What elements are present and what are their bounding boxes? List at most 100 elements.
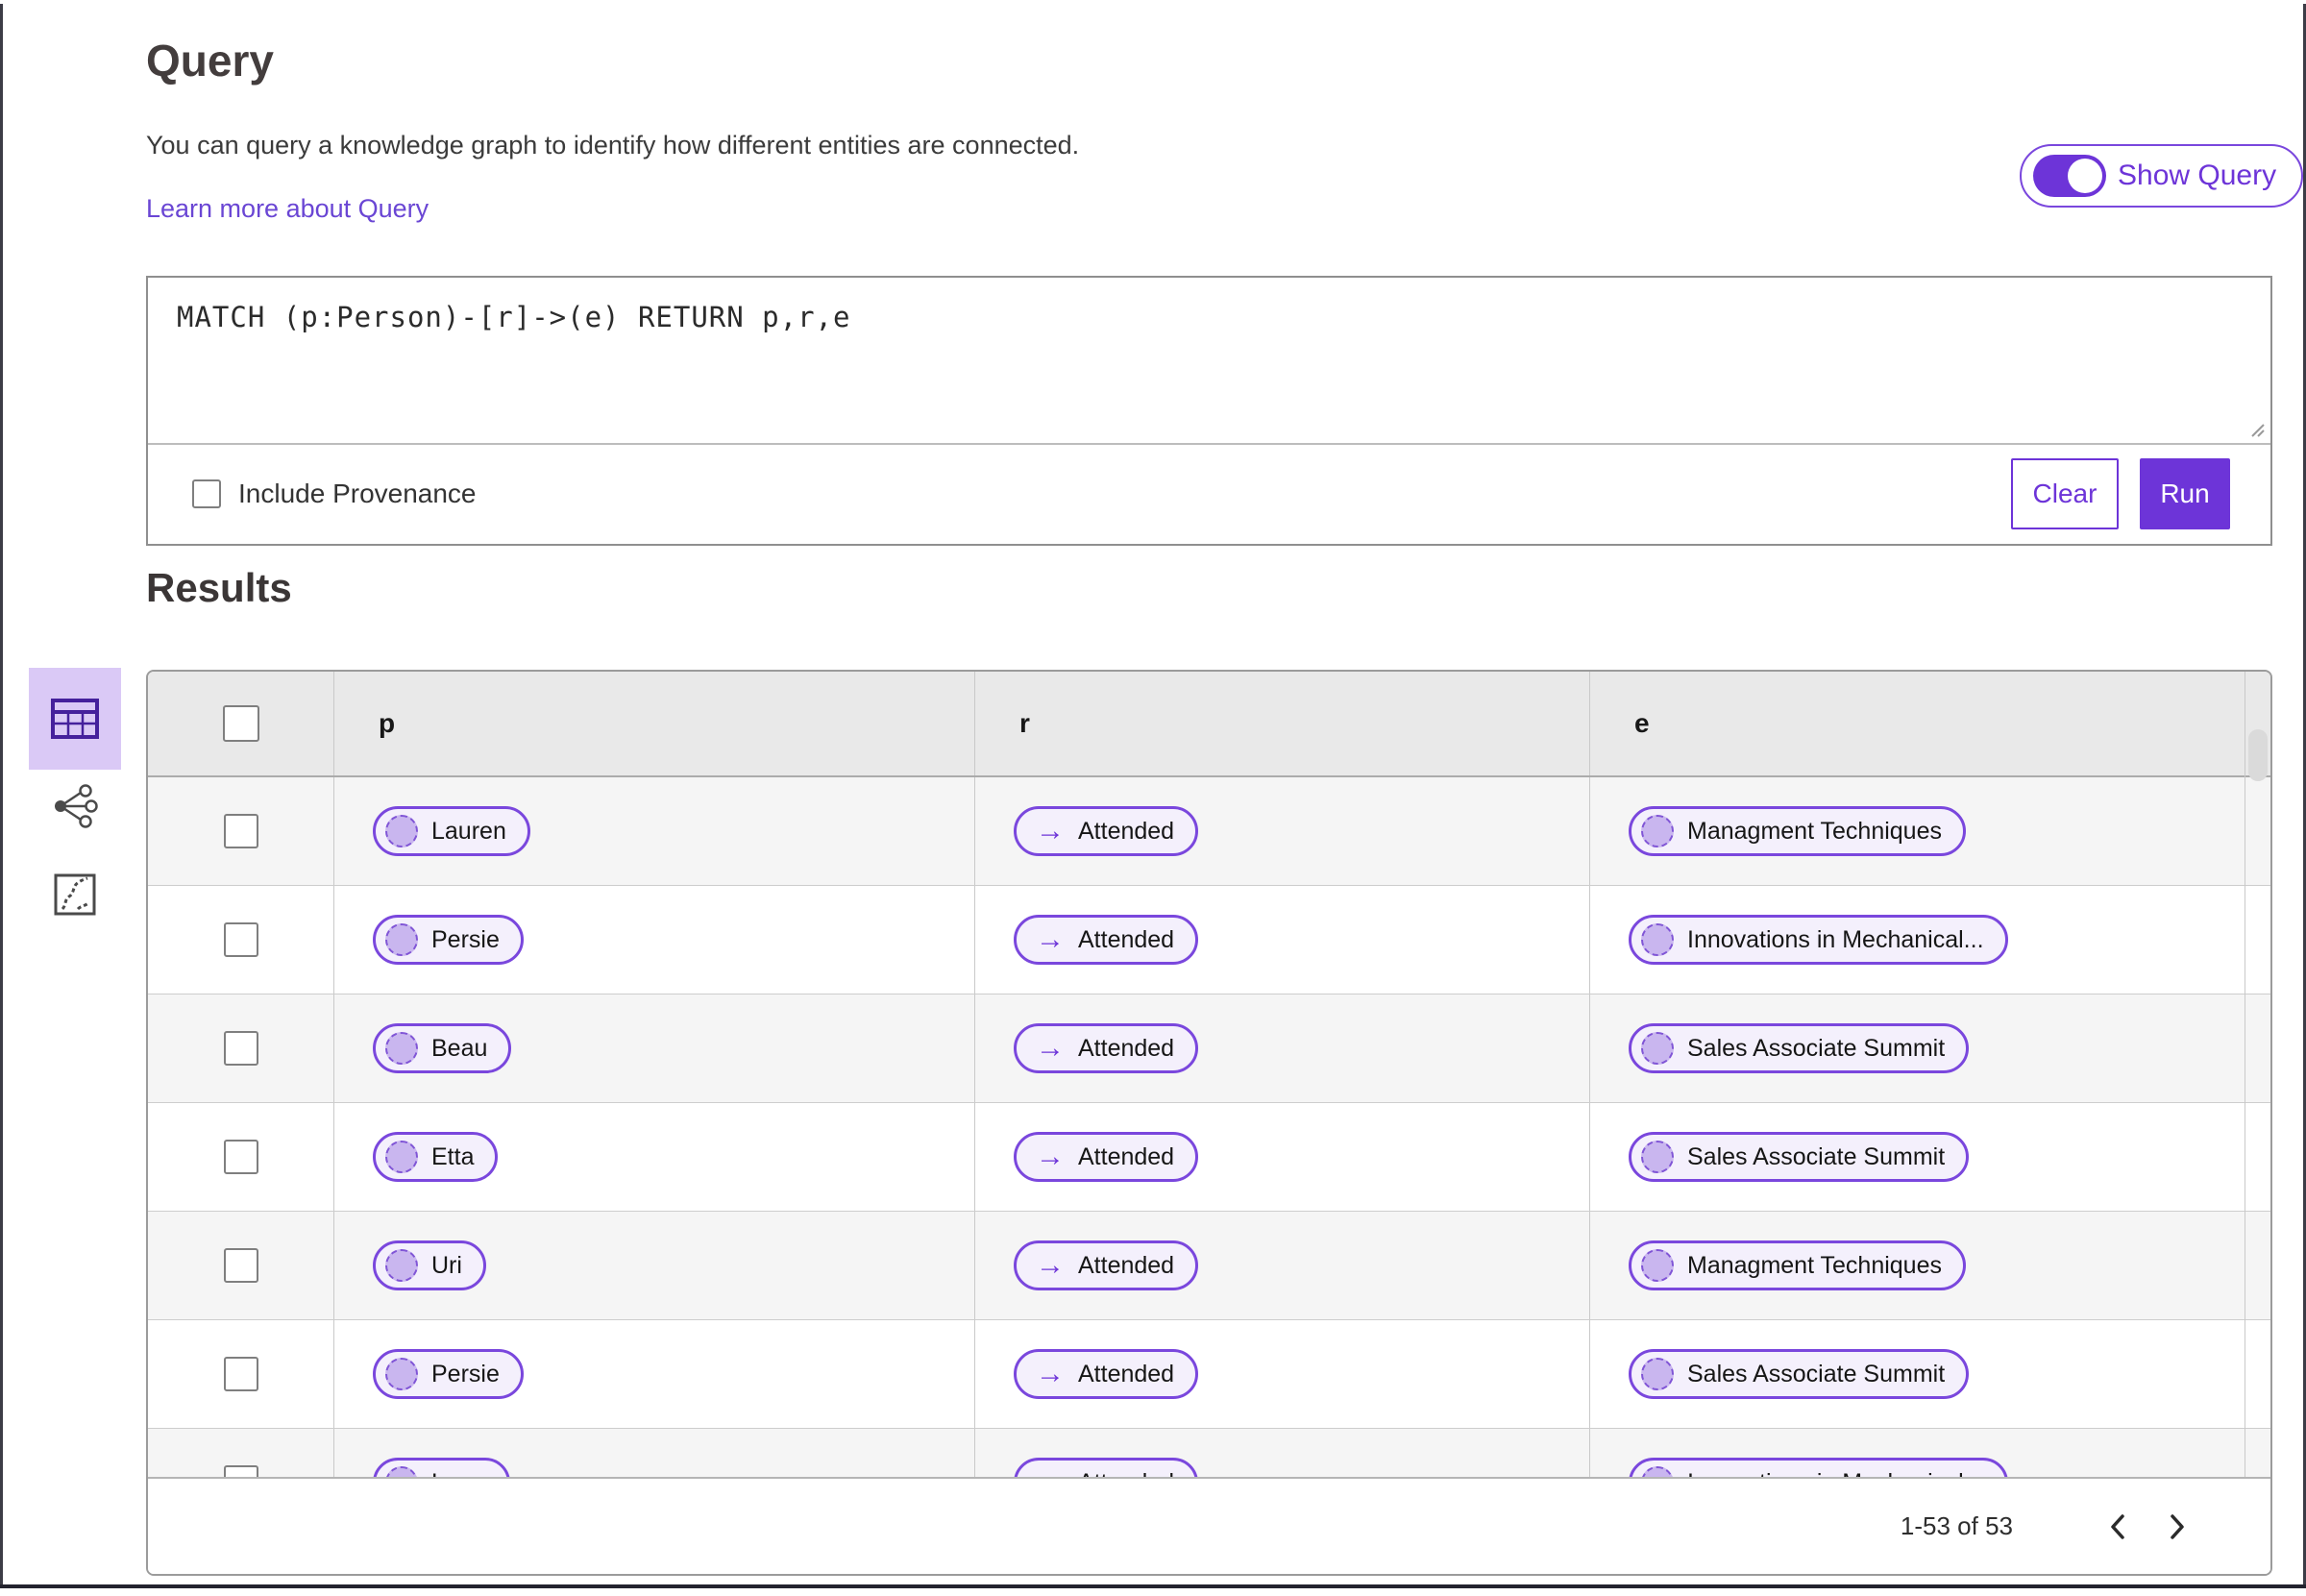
entity-node-icon (385, 1358, 418, 1390)
include-provenance-option[interactable]: Include Provenance (192, 479, 477, 509)
row-checkbox-cell (148, 886, 333, 994)
run-button[interactable]: Run (2140, 457, 2230, 529)
entity-node-icon (1641, 1032, 1674, 1065)
show-query-label: Show Query (2118, 160, 2277, 191)
toggle-on-icon[interactable] (2033, 155, 2106, 197)
learn-more-link[interactable]: Learn more about Query (146, 194, 429, 224)
table-row: Beau → Attended Sales Associate Summit (148, 994, 2270, 1103)
entity-pill[interactable]: Uri (373, 1240, 486, 1290)
query-editor-panel: MATCH (p:Person)-[r]->(e) RETURN p,r,e I… (146, 276, 2272, 546)
entity-pill[interactable]: Persie (373, 915, 524, 965)
cell-e: Sales Associate Summit (1589, 1103, 2270, 1211)
entity-pill[interactable]: Sales Associate Summit (1629, 1349, 1970, 1399)
row-checkbox[interactable] (223, 1031, 258, 1066)
pill-label: Persie (431, 1360, 500, 1387)
pill-label: Attended (1078, 1034, 1175, 1062)
entity-node-icon (1641, 1358, 1674, 1390)
relation-pill[interactable]: → Attended (1014, 1349, 1199, 1399)
entity-pill[interactable]: Etta (373, 1132, 499, 1182)
row-checkbox-cell (148, 1320, 333, 1428)
results-table: p r e Lauren → Attended Managment Technique… (146, 670, 2272, 1576)
arrow-right-icon: → (1036, 1358, 1065, 1389)
pill-label: Etta (431, 1142, 475, 1170)
window-edge (0, 4, 3, 1587)
page-title: Query (146, 36, 274, 86)
cell-e: Sales Associate Summit (1589, 994, 2270, 1102)
entity-node-icon (1641, 923, 1674, 956)
cell-p: Etta (333, 1103, 974, 1211)
entity-pill[interactable]: Managment Techniques (1629, 806, 1966, 856)
row-checkbox-cell (148, 777, 333, 885)
row-checkbox[interactable] (223, 1248, 258, 1283)
entity-pill[interactable]: Beau (373, 1023, 512, 1073)
table-header-row: p r e (148, 672, 2270, 777)
relation-pill[interactable]: → Attended (1014, 806, 1199, 856)
cell-r: → Attended (974, 1103, 1589, 1211)
row-checkbox[interactable] (223, 814, 258, 848)
chevron-right-icon (2171, 1513, 2184, 1539)
entity-pill[interactable]: Persie (373, 1349, 524, 1399)
relation-pill[interactable]: → Attended (1014, 1132, 1199, 1182)
entity-node-icon (385, 1032, 418, 1065)
pill-label: Attended (1078, 925, 1175, 953)
cell-r: → Attended (974, 994, 1589, 1102)
entity-node-icon (385, 1141, 418, 1173)
relation-pill[interactable]: → Attended (1014, 1240, 1199, 1290)
relation-pill[interactable]: → Attended (1014, 1023, 1199, 1073)
entity-pill[interactable]: Lauren (373, 806, 530, 856)
show-query-toggle[interactable]: Show Query (2020, 144, 2304, 208)
pill-label: Attended (1078, 817, 1175, 845)
relation-pill[interactable]: → Attended (1014, 915, 1199, 965)
row-checkbox[interactable] (223, 1357, 258, 1391)
pill-label: Uri (431, 1251, 462, 1279)
network-view-button[interactable] (29, 774, 121, 838)
previous-page-button[interactable] (2088, 1513, 2147, 1540)
scrollbar-thumb[interactable] (2248, 729, 2268, 781)
entity-pill[interactable]: Innovations in Mechanical... (1629, 915, 2008, 965)
pill-label: Sales Associate Summit (1687, 1360, 1946, 1387)
row-checkbox[interactable] (223, 922, 258, 957)
row-checkbox[interactable] (223, 1140, 258, 1174)
entity-node-icon (385, 923, 418, 956)
query-text: MATCH (p:Person)-[r]->(e) RETURN p,r,e (177, 301, 851, 333)
row-checkbox-cell (148, 1103, 333, 1211)
pill-label: Beau (431, 1034, 488, 1062)
entity-node-icon (385, 1249, 418, 1282)
table-row: Lauren → Attended Managment Techniques (148, 777, 2270, 886)
clear-button[interactable]: Clear (2011, 457, 2119, 529)
path-view-button[interactable] (29, 863, 121, 926)
next-page-button[interactable] (2147, 1513, 2207, 1540)
pagination-range-label: 1-53 of 53 (1900, 1511, 2013, 1540)
row-checkbox-cell (148, 994, 333, 1102)
cell-p: Lauren (333, 777, 974, 885)
arrow-right-icon: → (1036, 815, 1065, 847)
column-header-e: e (1589, 672, 2270, 775)
cell-r: → Attended (974, 777, 1589, 885)
pill-label: Attended (1078, 1360, 1175, 1387)
entity-node-icon (1641, 1249, 1674, 1282)
pill-label: Attended (1078, 1251, 1175, 1279)
table-row: Persie → Attended Sales Associate Summit (148, 1320, 2270, 1429)
entity-pill[interactable]: Sales Associate Summit (1629, 1023, 1970, 1073)
select-all-checkbox[interactable] (222, 705, 259, 742)
cell-e: Innovations in Mechanical... (1589, 886, 2270, 994)
query-page: Query You can query a knowledge graph to… (0, 0, 2306, 1596)
arrow-right-icon: → (1036, 1032, 1065, 1064)
resize-handle-icon[interactable] (2246, 419, 2266, 438)
column-header-p: p (333, 672, 974, 775)
include-provenance-label: Include Provenance (238, 478, 477, 508)
table-pagination-bar: 1-53 of 53 (148, 1477, 2270, 1574)
window-edge (0, 1584, 2306, 1588)
query-buttons: Clear Run (2011, 457, 2230, 529)
query-textarea[interactable]: MATCH (p:Person)-[r]->(e) RETURN p,r,e (148, 278, 2270, 445)
entity-pill[interactable]: Managment Techniques (1629, 1240, 1966, 1290)
include-provenance-checkbox[interactable] (192, 479, 221, 508)
entity-pill[interactable]: Sales Associate Summit (1629, 1132, 1970, 1182)
entity-node-icon (385, 815, 418, 847)
table-row: Etta → Attended Sales Associate Summit (148, 1103, 2270, 1212)
pill-label: Managment Techniques (1687, 1251, 1942, 1279)
table-icon (51, 699, 99, 739)
table-view-button[interactable] (29, 668, 121, 770)
pill-label: Sales Associate Summit (1687, 1034, 1946, 1062)
table-row: Uri → Attended Managment Techniques (148, 1212, 2270, 1320)
